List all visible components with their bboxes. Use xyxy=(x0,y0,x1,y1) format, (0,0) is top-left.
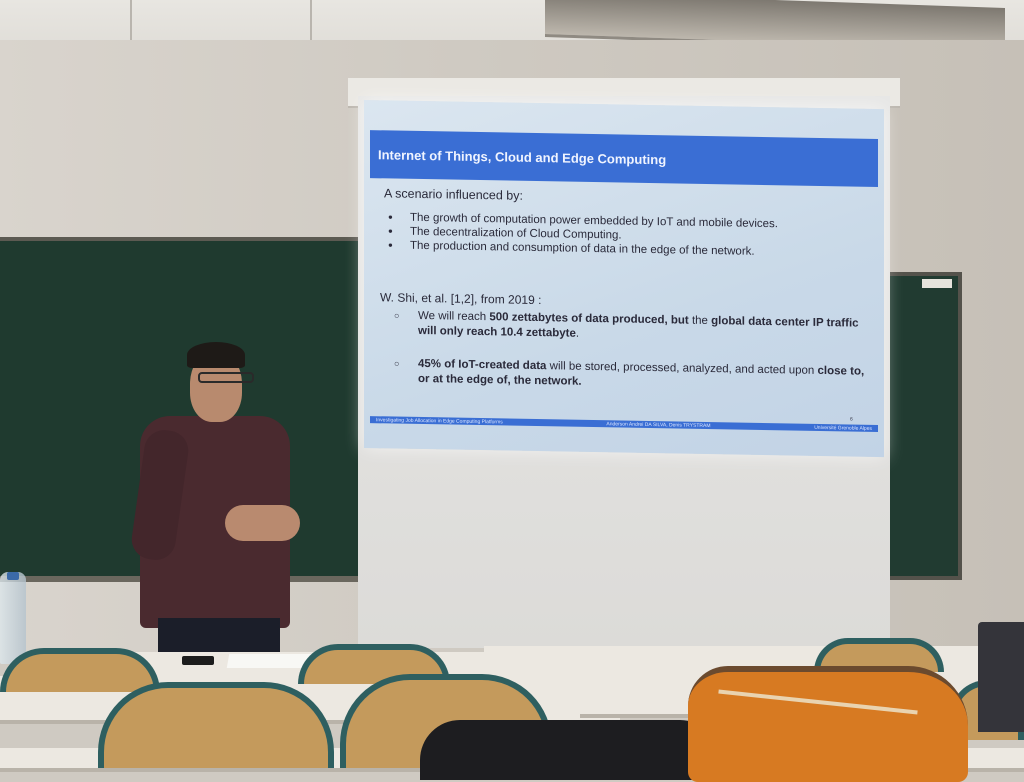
water-bottle xyxy=(0,572,26,664)
sub-point-text: the xyxy=(688,314,712,328)
hollow-bullet-icon: ○ xyxy=(394,310,400,321)
slide-citation: W. Shi, et al. [1,2], from 2019 : xyxy=(380,290,542,308)
chair xyxy=(0,648,160,692)
hollow-bullet-icon: ○ xyxy=(394,358,400,369)
sub-point-text: We will reach xyxy=(418,309,490,324)
slide-title: Internet of Things, Cloud and Edge Compu… xyxy=(370,130,878,187)
orange-backpack xyxy=(688,666,968,782)
projected-slide: Internet of Things, Cloud and Edge Compu… xyxy=(364,100,884,458)
bottle-cap xyxy=(7,572,19,580)
ceiling-grid-line xyxy=(310,0,312,40)
chair xyxy=(98,682,334,768)
slide-footer: Investigating Job Allocation in Edge Com… xyxy=(370,416,878,432)
presenter-hands xyxy=(225,505,300,541)
footer-left: Investigating Job Allocation in Edge Com… xyxy=(376,416,503,425)
sub-point-bold: 45% of IoT-created data xyxy=(418,357,547,373)
slide-bullet-list: The growth of computation power embedded… xyxy=(384,210,864,260)
slide-sub-point: ○ 45% of IoT-created data will be stored… xyxy=(394,357,878,395)
presenter-hair xyxy=(187,342,245,368)
slide-page-number: 6 xyxy=(850,416,853,423)
presenter xyxy=(129,340,310,670)
laptop-screen xyxy=(978,622,1024,732)
sub-point-text: will be stored, processed, analyzed, and… xyxy=(546,360,818,377)
phone-icon xyxy=(182,656,214,665)
ceiling-grid-line xyxy=(130,0,132,40)
slide-sub-point: ○ We will reach 500 zettabytes of data p… xyxy=(394,309,878,347)
sub-point-bold: 500 zettabytes of data produced, but xyxy=(489,311,689,327)
footer-center: Anderson Andrei DA SILVA, Denis TRYSTRAM xyxy=(606,420,711,429)
footer-right: Université Grenoble Alpes xyxy=(814,424,872,432)
dark-bag xyxy=(420,720,720,780)
chalkboard-tag xyxy=(922,279,952,288)
slide-intro: A scenario influenced by: xyxy=(384,186,523,203)
chalkboard-right xyxy=(884,272,962,580)
glasses-icon xyxy=(198,372,254,383)
sub-point-text: . xyxy=(575,327,580,340)
